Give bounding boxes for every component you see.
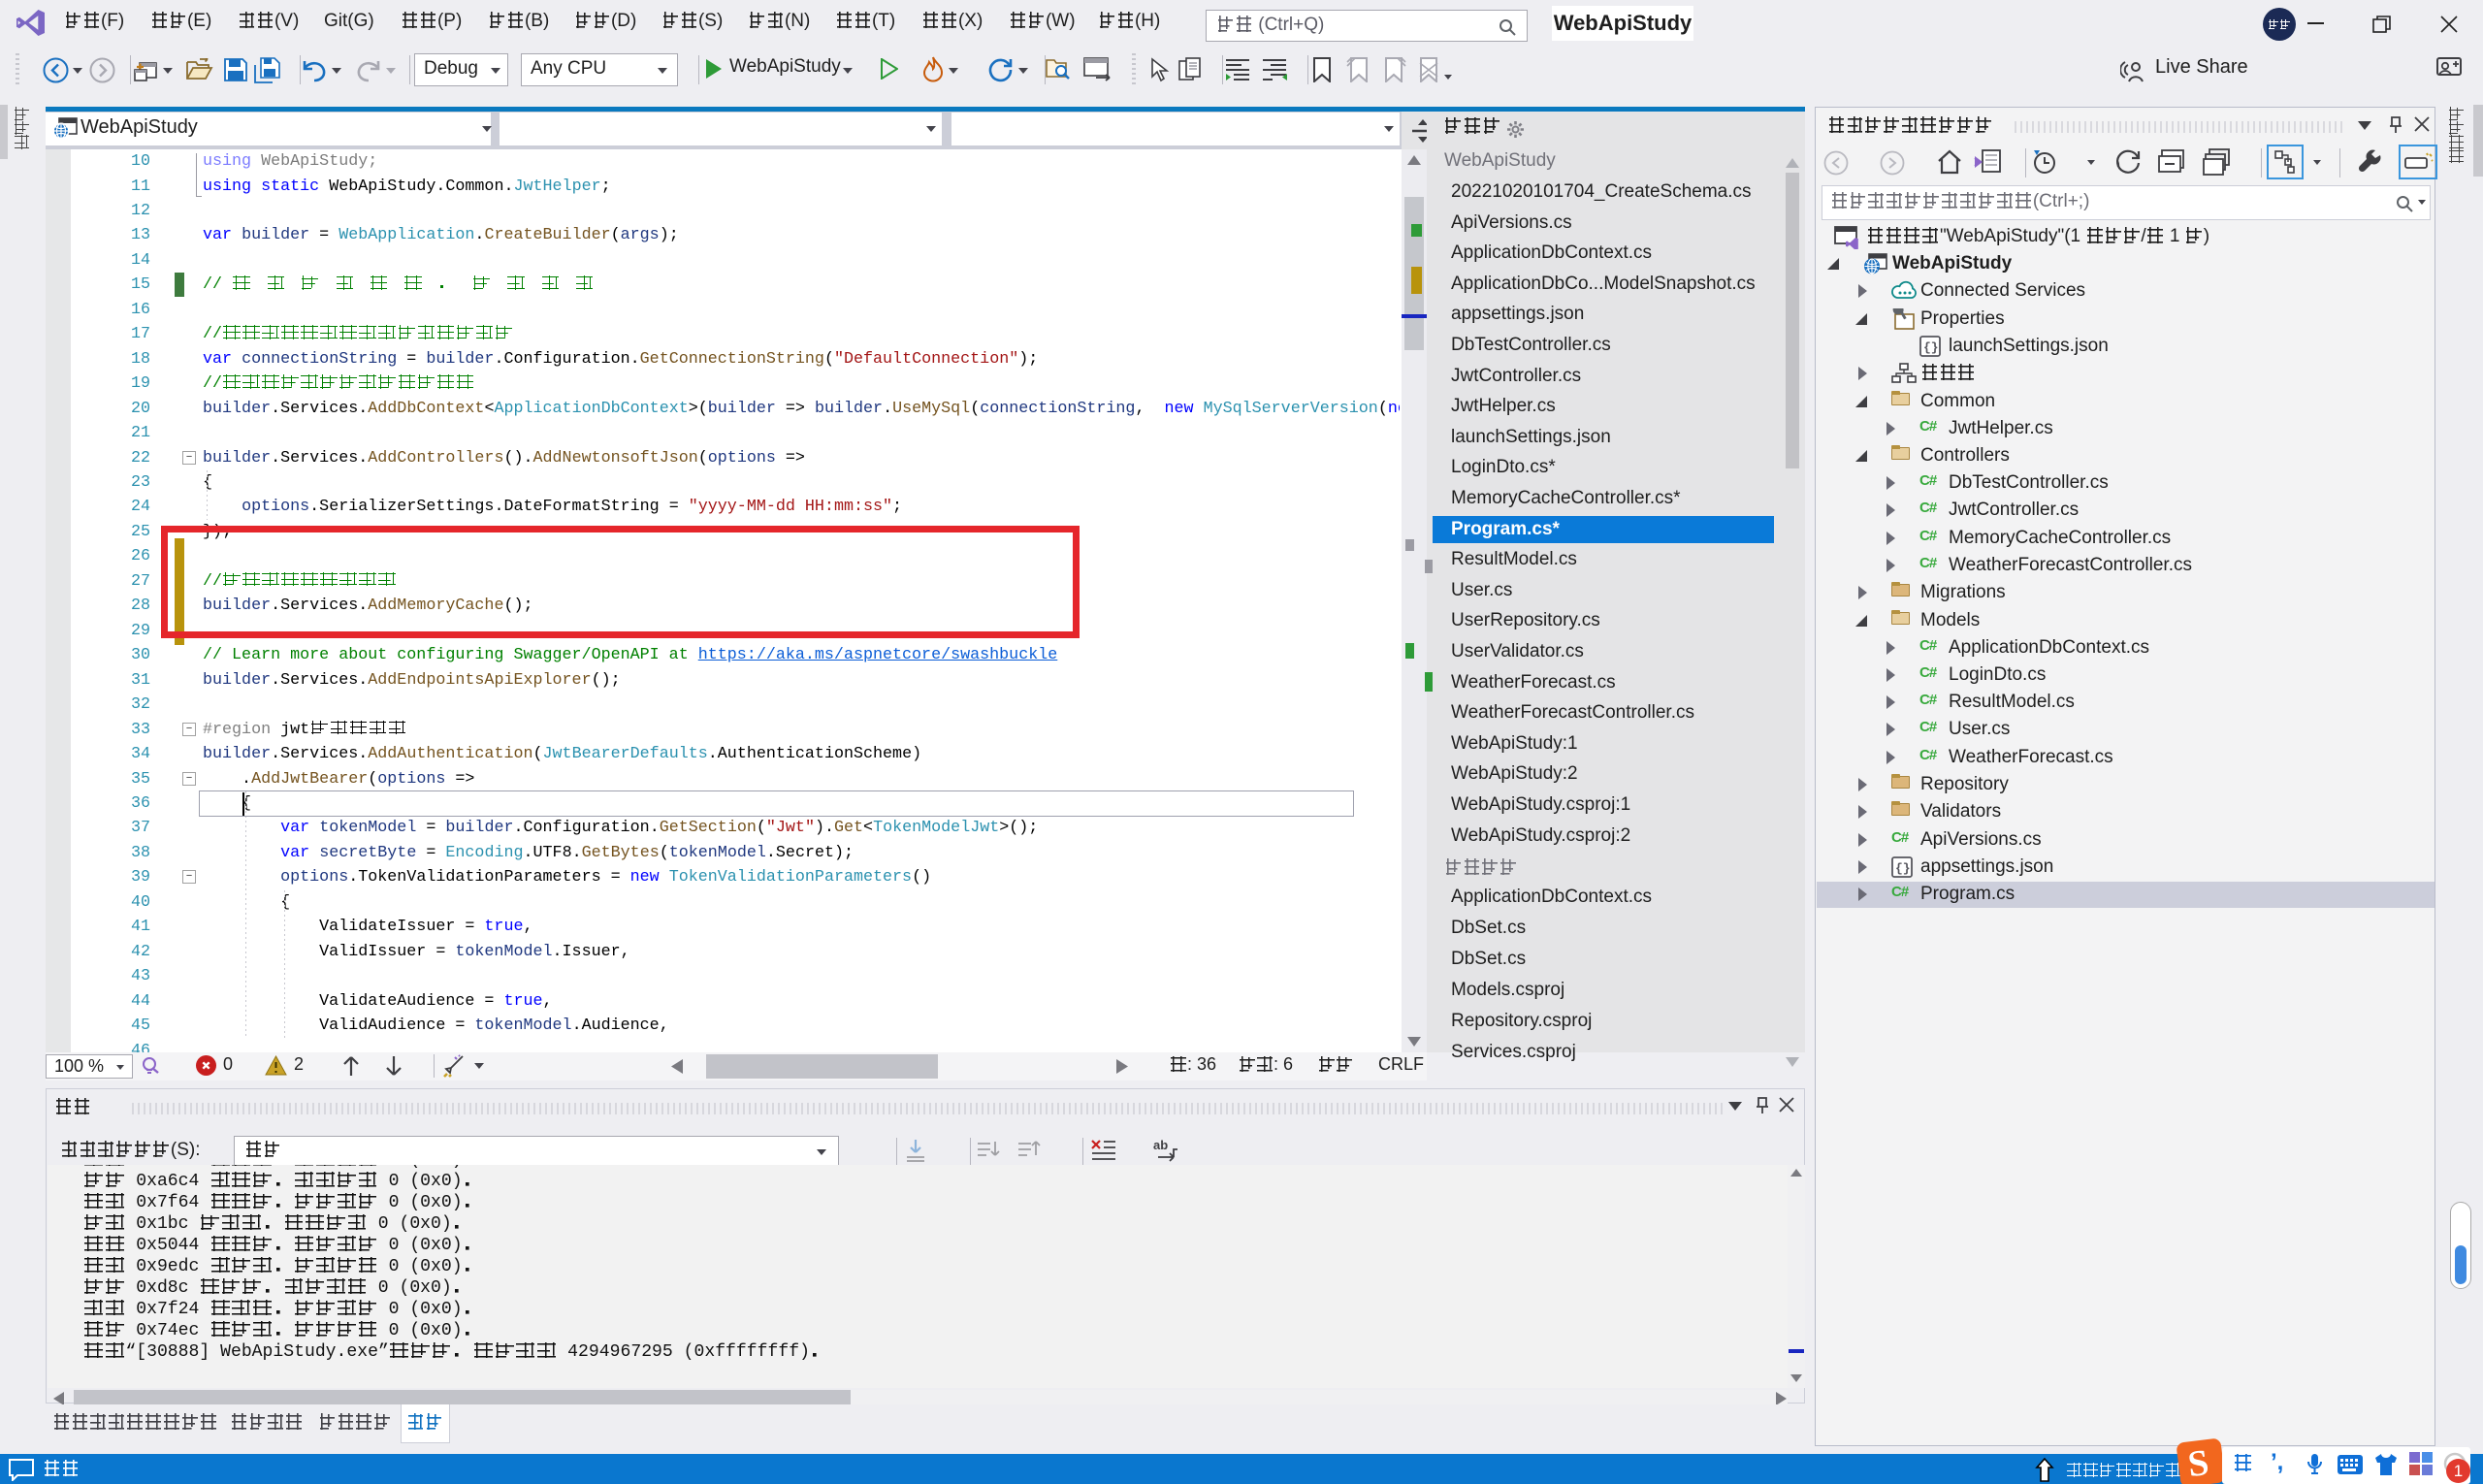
svg-text:ab: ab	[1153, 1138, 1168, 1152]
svg-text:{}: {}	[1895, 861, 1911, 876]
svg-text:{}: {}	[1923, 340, 1939, 355]
